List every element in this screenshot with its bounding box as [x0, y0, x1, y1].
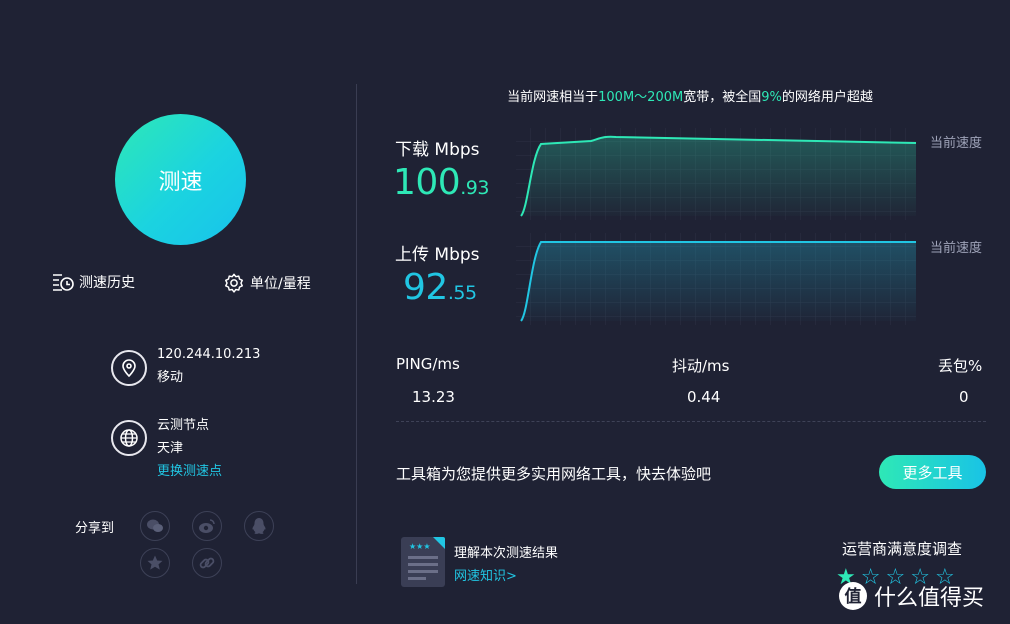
- download-area: [521, 136, 916, 216]
- svg-text:值: 值: [845, 586, 862, 607]
- knowledge-title: 理解本次测速结果: [454, 546, 559, 561]
- unit-label: 单位/量程: [250, 276, 311, 292]
- summary-prefix: 当前网速相当于: [507, 90, 599, 105]
- isp-name: 移动: [157, 370, 184, 385]
- download-value-dec: .93: [460, 177, 489, 199]
- ping-value: 13.23: [412, 388, 455, 406]
- start-test-button[interactable]: 测速: [115, 114, 246, 245]
- speed-summary: 当前网速相当于100M～200M宽带，被全国9%的网络用户超越: [380, 86, 1000, 105]
- location-icon: [111, 350, 147, 386]
- watermark: 值 什么值得买: [838, 580, 984, 612]
- packet-loss-label: 丢包%: [938, 357, 983, 375]
- node-title: 云测节点: [157, 418, 210, 433]
- survey-title: 运营商满意度调查: [842, 540, 963, 558]
- summary-bandwidth: 100M～200M: [598, 90, 684, 105]
- tools-description: 工具箱为您提供更多实用网络工具，快去体验吧: [396, 465, 712, 483]
- stats-divider: [396, 421, 986, 422]
- history-icon: [53, 274, 74, 291]
- upload-chart: [516, 233, 916, 325]
- unit-settings-button[interactable]: 单位/量程: [223, 272, 311, 294]
- svg-text:★★★: ★★★: [409, 542, 431, 551]
- upload-value-dec: .55: [447, 282, 477, 304]
- upload-value-int: 92: [403, 267, 448, 308]
- download-chart: [516, 128, 917, 220]
- wechat-icon[interactable]: [140, 511, 170, 541]
- download-current-label: 当前速度: [930, 136, 983, 151]
- ip-info: 120.244.10.213 移动: [157, 343, 260, 389]
- qq-icon[interactable]: [244, 511, 274, 541]
- download-value-int: 100: [393, 162, 461, 203]
- upload-label: 上传 Mbps: [395, 245, 480, 265]
- ping-label: PING/ms: [396, 355, 460, 373]
- summary-middle: 宽带，被全国: [683, 90, 762, 105]
- column-divider: [356, 84, 357, 584]
- watermark-text: 什么值得买: [874, 586, 985, 611]
- node-city: 天津: [157, 441, 184, 456]
- jitter-value: 0.44: [687, 388, 721, 406]
- gear-icon: [225, 273, 243, 293]
- history-label: 测速历史: [79, 275, 135, 291]
- qzone-icon[interactable]: [140, 548, 170, 578]
- jitter-label: 抖动/ms: [672, 357, 730, 375]
- history-button[interactable]: 测速历史: [52, 272, 135, 292]
- weibo-icon[interactable]: [192, 511, 222, 541]
- upload-area: [521, 242, 916, 321]
- upload-value: 92.55: [403, 267, 477, 308]
- packet-loss-value: 0: [959, 388, 969, 406]
- summary-percent: 9%: [761, 90, 782, 105]
- globe-icon: [111, 420, 147, 456]
- share-label: 分享到: [75, 521, 115, 536]
- summary-suffix: 的网络用户超越: [781, 90, 873, 105]
- ip-address: 120.244.10.213: [157, 347, 261, 362]
- report-doc-icon: ★★★: [400, 536, 446, 592]
- node-info: 云测节点 天津 更换测速点: [157, 414, 222, 483]
- change-node-link[interactable]: 更换测速点: [157, 460, 222, 483]
- upload-current-label: 当前速度: [930, 241, 983, 256]
- knowledge-link[interactable]: 网速知识>: [454, 565, 517, 584]
- watermark-logo-icon: 值: [839, 582, 867, 610]
- download-label: 下载 Mbps: [395, 140, 480, 160]
- copy-link-icon[interactable]: [192, 548, 222, 578]
- more-tools-button[interactable]: 更多工具: [879, 455, 986, 489]
- download-value: 100.93: [393, 162, 489, 203]
